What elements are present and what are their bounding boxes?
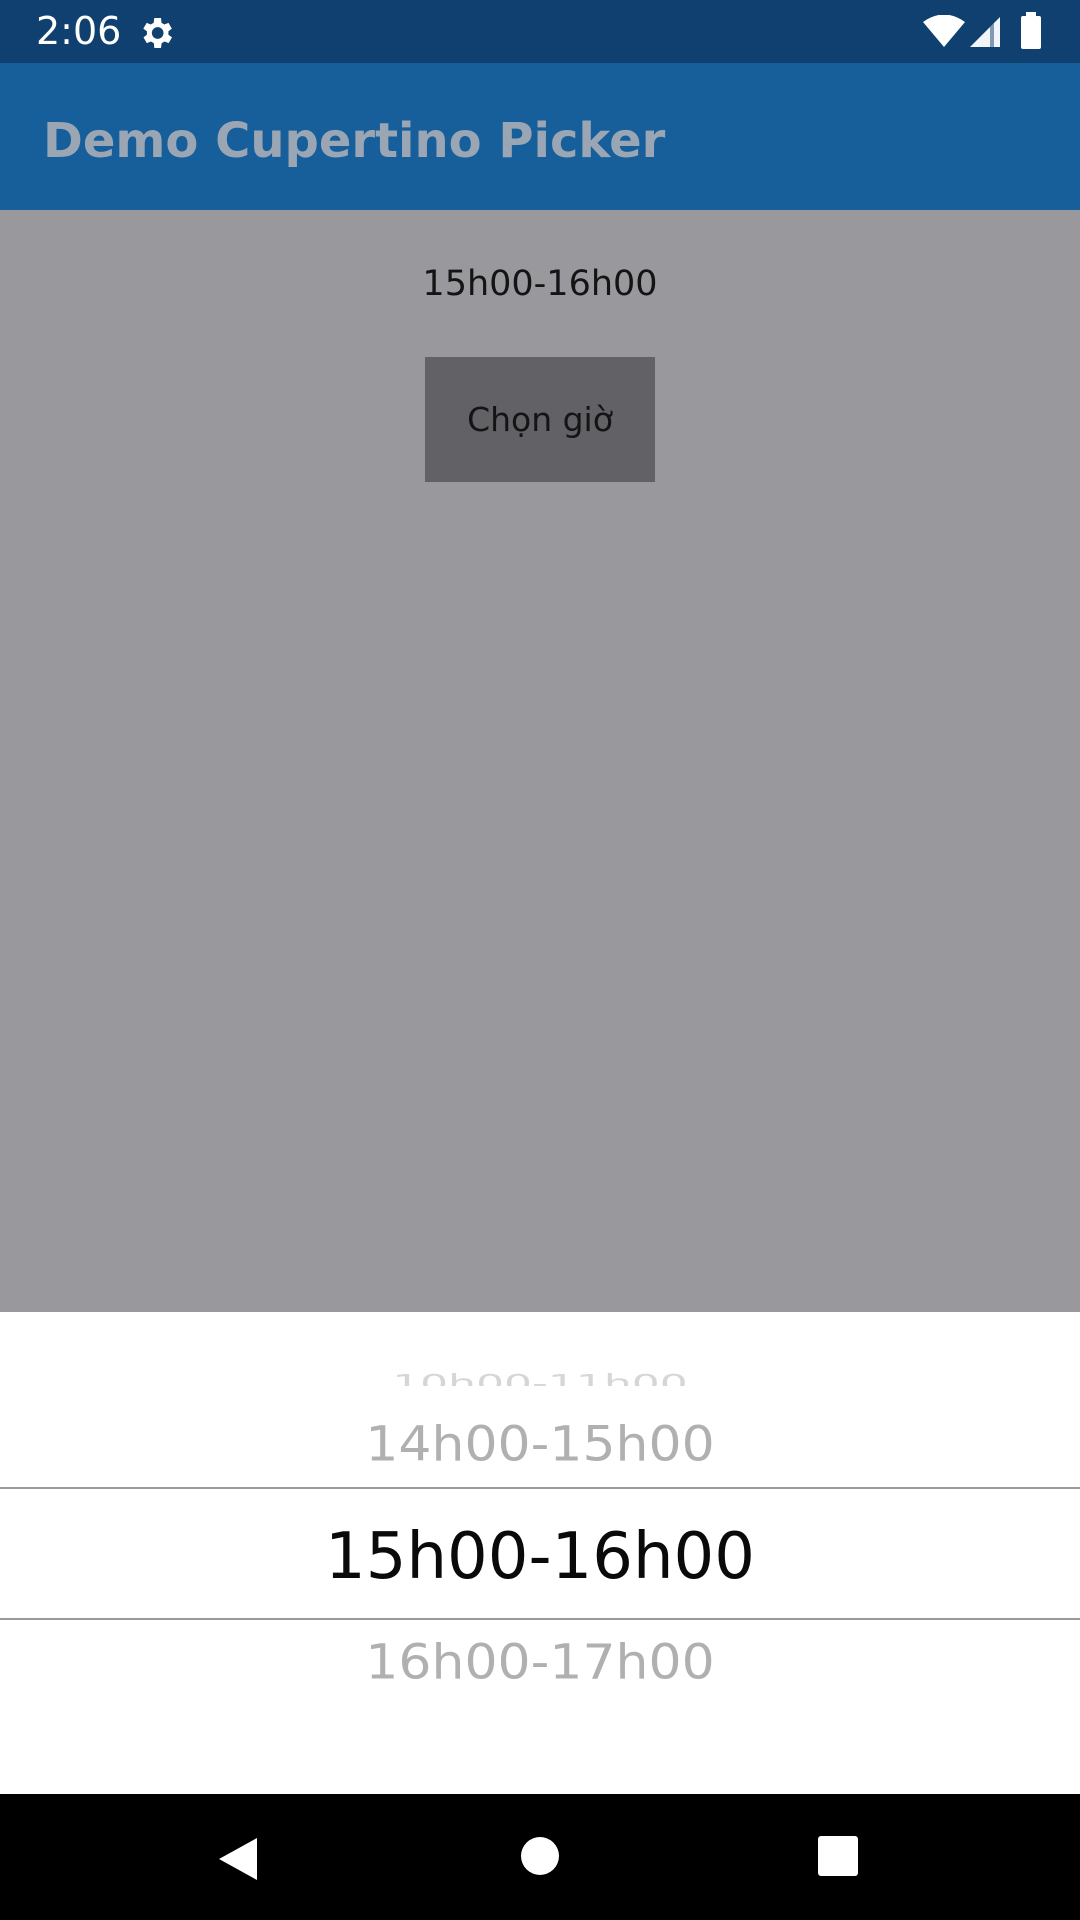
status-time: 2:06 [36, 9, 122, 53]
home-icon[interactable] [520, 1836, 560, 1876]
wifi-icon [923, 15, 965, 47]
signal-icon [970, 17, 1000, 47]
selected-time-text: 15h00-16h00 [422, 264, 658, 304]
page-title: Demo Cupertino Picker [43, 113, 666, 169]
status-bar: 2:06 [0, 0, 1080, 63]
picker-selection-top-divider [0, 1487, 1080, 1489]
cupertino-picker[interactable]: 10h00-11h00 14h00-15h00 15h00-16h00 16h0… [0, 1312, 1080, 1794]
picker-selection-bottom-divider [0, 1618, 1080, 1620]
battery-icon [1021, 12, 1041, 49]
recents-icon[interactable] [818, 1836, 858, 1876]
main-content[interactable]: 15h00-16h00 Chọn giờ [0, 210, 1080, 1312]
picker-item-selected[interactable]: 15h00-16h00 [0, 1517, 1080, 1597]
navigation-bar [0, 1794, 1080, 1920]
choose-time-button[interactable]: Chọn giờ [425, 357, 655, 482]
gear-icon [143, 18, 172, 48]
picker-item-far[interactable]: 10h00-11h00 [0, 1367, 1080, 1387]
back-icon[interactable] [217, 1836, 259, 1882]
picker-item-previous[interactable]: 14h00-15h00 [0, 1415, 1080, 1476]
picker-item-next[interactable]: 16h00-17h00 [0, 1633, 1080, 1694]
app-bar: Demo Cupertino Picker [0, 63, 1080, 210]
choose-time-button-label: Chọn giờ [467, 399, 613, 439]
